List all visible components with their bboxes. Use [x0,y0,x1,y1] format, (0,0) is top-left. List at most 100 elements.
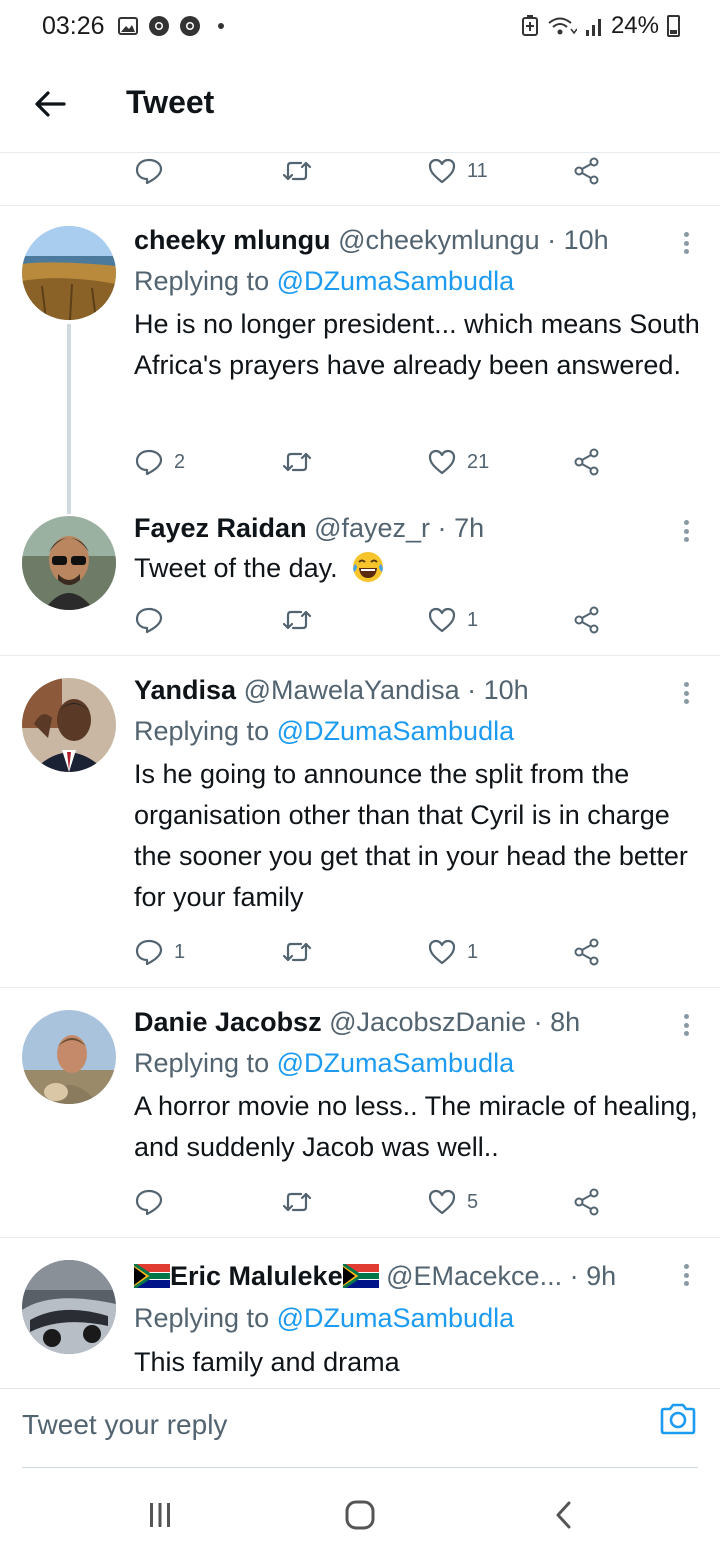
share-button[interactable] [572,602,602,638]
more-options-button[interactable] [678,1258,694,1292]
timestamp: 7h [454,513,485,543]
tweet-item[interactable]: Yandisa @MawelaYandisa · 10h Replying to… [0,656,720,988]
heart-icon [428,1189,456,1215]
avatar[interactable] [22,678,116,772]
retweet-button[interactable] [282,444,322,480]
mention-link[interactable]: @DZumaSambudla [277,1303,515,1333]
mention-link[interactable]: @DZumaSambudla [277,266,515,296]
tweet-item[interactable]: cheeky mlungu @cheekymlungu · 10h Replyi… [0,206,720,514]
tweet-text: A horror movie no less.. The miracle of … [134,1091,698,1162]
retweet-button[interactable] [282,1184,322,1220]
share-icon [574,938,599,966]
reply-icon [135,158,163,185]
tweet-item[interactable]: Danie Jacobsz @JacobszDanie · 8h Replyin… [0,988,720,1238]
retweet-icon [282,452,312,472]
signal-icon [585,19,601,36]
separator: · [467,675,477,705]
retweet-button[interactable] [282,153,322,189]
user-handle[interactable]: @MawelaYandisa [244,675,460,705]
nav-back-button[interactable] [544,1498,584,1532]
user-handle[interactable]: @fayez_r [314,513,430,543]
separator: · [533,1007,543,1037]
more-options-button[interactable] [678,1008,694,1042]
tweet-header: Yandisa @MawelaYandisa · 10h [134,672,660,708]
heart-icon [428,449,456,475]
share-button[interactable] [572,934,602,970]
reply-icon [135,1189,163,1216]
like-button[interactable]: 1 [427,602,478,638]
recent-apps-icon [150,1503,170,1527]
like-count: 1 [467,608,479,631]
retweet-icon [282,161,312,181]
replying-to-label: Replying to [134,716,277,746]
battery-percentage: 24% [610,12,659,39]
display-name[interactable]: Eric Maluleke [170,1261,343,1291]
reply-button[interactable] [134,153,174,189]
display-name[interactable]: Fayez Raidan [134,513,307,543]
back-button[interactable] [30,82,70,126]
separator: · [437,513,447,543]
camera-button[interactable] [658,1401,698,1441]
tweet-header: Eric Maluleke @EMacekce... · 9h [134,1258,660,1294]
share-icon [574,448,599,476]
avatar[interactable] [22,516,116,610]
reply-button[interactable]: 2 [134,444,185,480]
like-button[interactable]: 11 [427,153,488,189]
tweet-text: Tweet of the day. [134,548,700,589]
laughing-emoji-icon [353,552,384,582]
heart-icon [428,607,456,633]
share-button[interactable] [572,444,602,480]
reply-input[interactable] [22,1405,622,1445]
display-name[interactable]: Yandisa [134,675,236,705]
like-count: 11 [467,159,488,182]
like-button[interactable]: 5 [427,1184,478,1220]
app-header: Tweet [0,58,720,150]
tweet-text-content: Tweet of the day. [134,553,338,583]
avatar[interactable] [22,1260,116,1354]
reply-button[interactable] [134,602,174,638]
like-button[interactable]: 21 [427,444,489,480]
share-button[interactable] [572,1184,602,1220]
more-options-button[interactable] [678,226,694,260]
more-options-button[interactable] [678,514,694,548]
share-icon [574,606,599,634]
timestamp: 10h [563,225,609,255]
replying-to: Replying to @DZumaSambudla [134,263,514,299]
avatar[interactable] [22,1010,116,1104]
mention-link[interactable]: @DZumaSambudla [277,716,515,746]
tweet-text: He is no longer president... which means… [134,309,700,380]
separator: · [569,1261,579,1291]
more-options-button[interactable] [678,676,694,710]
like-button[interactable]: 1 [427,934,478,970]
wifi-icon [548,17,577,35]
action-row: 1 [134,602,614,638]
retweet-icon [282,1192,312,1212]
original-tweet-actions: 11 [0,153,720,206]
tweet-item[interactable]: Fayez Raidan @fayez_r · 7h Tweet of the … [0,506,720,656]
mention-link[interactable]: @DZumaSambudla [277,1048,515,1078]
user-handle[interactable]: @cheekymlungu [338,225,540,255]
display-name[interactable]: Danie Jacobsz [134,1007,322,1037]
avatar[interactable] [22,226,116,320]
reply-icon [135,939,163,966]
retweet-button[interactable] [282,602,322,638]
thread-line [67,324,71,514]
reply-button[interactable]: 1 [134,934,185,970]
chrome-icon [149,16,169,36]
heart-icon [428,158,456,184]
user-handle[interactable]: @JacobszDanie [329,1007,526,1037]
recent-apps-button[interactable] [140,1498,180,1532]
share-button[interactable] [572,153,602,189]
replying-to: Replying to @DZumaSambudla [134,713,514,749]
reply-button[interactable] [134,1184,174,1220]
retweet-button[interactable] [282,934,322,970]
home-button[interactable] [340,1498,380,1532]
tweet-feed[interactable]: 11 cheeky mlungu @cheekymlungu · 10h Rep… [0,152,720,1388]
display-name[interactable]: cheeky mlungu [134,225,331,255]
action-row: 2 21 [134,444,614,480]
user-handle[interactable]: @EMacekce... [386,1261,562,1291]
tweet-text: Is he going to announce the split from t… [134,759,688,912]
action-row: 5 [134,1184,614,1220]
replying-to-label: Replying to [134,1303,277,1333]
tweet-item[interactable]: Eric Maluleke @EMacekce... · 9h Replying… [0,1238,720,1388]
